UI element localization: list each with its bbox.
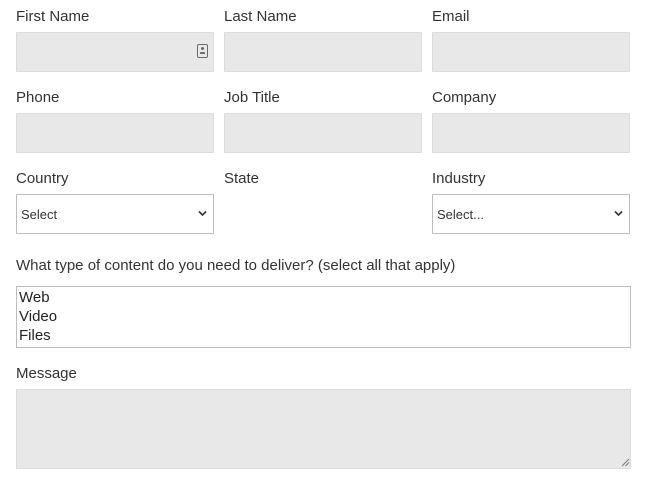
last-name-input[interactable] [224, 32, 422, 72]
email-input[interactable] [432, 32, 630, 72]
industry-select[interactable]: Select... [432, 194, 630, 234]
job-title-input[interactable] [224, 113, 422, 153]
content-type-option-video[interactable]: Video [19, 307, 628, 326]
industry-label: Industry [432, 170, 486, 187]
last-name-group: Last Name [224, 0, 422, 72]
content-type-option-files[interactable]: Files [19, 326, 628, 345]
first-name-input[interactable] [16, 32, 214, 72]
chevron-down-icon [198, 210, 207, 217]
message-textarea[interactable] [16, 389, 631, 469]
last-name-label: Last Name [224, 8, 297, 25]
email-group: Email [432, 0, 630, 72]
job-title-group: Job Title [224, 81, 422, 153]
industry-selected-value: Select... [437, 207, 484, 222]
country-selected-value: Select [21, 207, 58, 222]
company-label: Company [432, 89, 497, 106]
company-input[interactable] [432, 113, 630, 153]
content-type-listbox[interactable]: Web Video Files [16, 286, 631, 348]
chevron-down-icon [614, 210, 623, 217]
phone-group: Phone [16, 81, 214, 153]
industry-group: Industry [432, 162, 630, 188]
content-type-question: What type of content do you need to deli… [16, 257, 456, 274]
resize-grip-icon[interactable] [621, 458, 630, 467]
country-select[interactable]: Select [16, 194, 214, 234]
country-group: Country [16, 162, 214, 188]
state-group: State [224, 162, 422, 188]
email-label: Email [432, 8, 470, 25]
contact-card-icon[interactable] [197, 44, 208, 58]
state-label: State [224, 170, 260, 187]
message-label: Message [16, 365, 77, 382]
first-name-group: First Name [16, 0, 214, 72]
phone-input[interactable] [16, 113, 214, 153]
company-group: Company [432, 81, 630, 153]
phone-label: Phone [16, 89, 60, 106]
country-label: Country [16, 170, 69, 187]
job-title-label: Job Title [224, 89, 280, 106]
first-name-label: First Name [16, 8, 90, 25]
content-type-option-web[interactable]: Web [19, 288, 628, 307]
